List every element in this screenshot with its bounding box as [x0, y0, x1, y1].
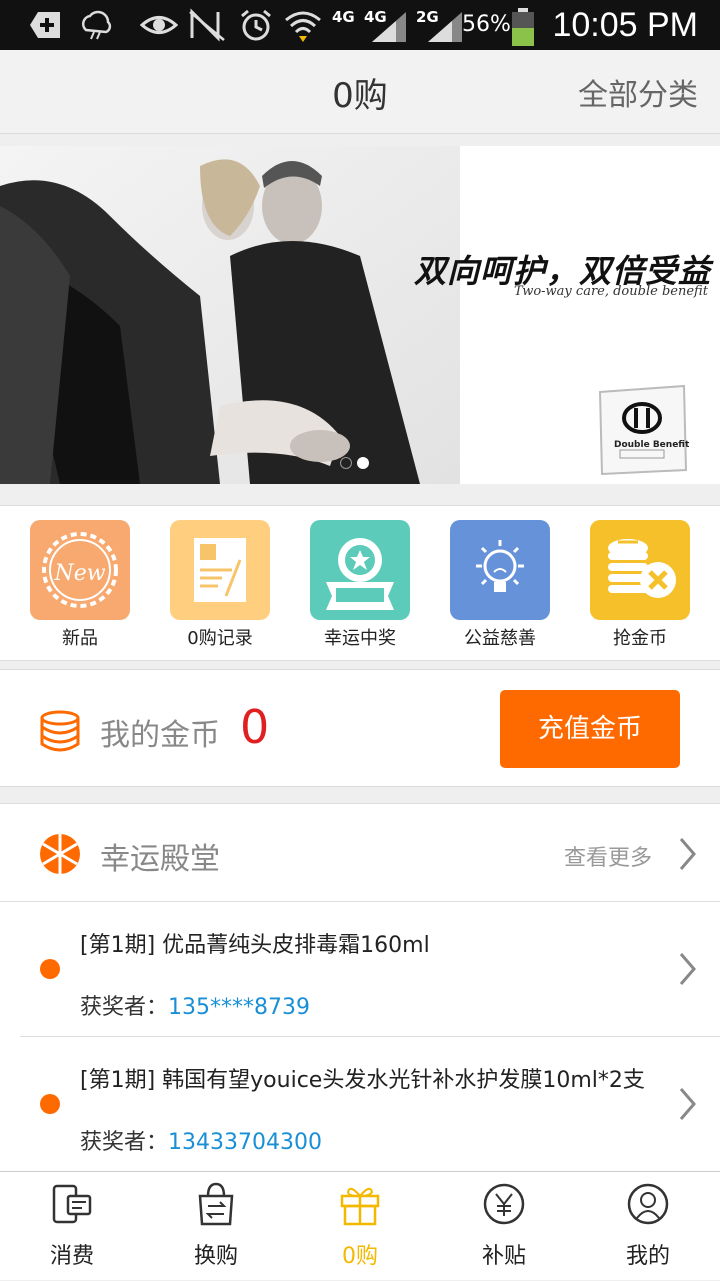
- gift-icon: [340, 1187, 380, 1226]
- category-label: 0购记录: [187, 628, 253, 649]
- user-icon: [627, 1183, 669, 1225]
- nav-label: 消费: [49, 1244, 94, 1269]
- carousel-dots: [340, 454, 374, 473]
- bullet-dot: [40, 1094, 60, 1114]
- weather-icon: [81, 10, 112, 40]
- chevron-right-icon[interactable]: [678, 951, 698, 987]
- all-categories-button[interactable]: 全部分类: [578, 70, 698, 114]
- lucky-hall-title: 幸运殿堂: [100, 842, 220, 877]
- battery-icon: [512, 8, 534, 46]
- my-coins-panel: 我的金币 0 充值金币: [0, 669, 720, 787]
- view-more-link[interactable]: 查看更多: [564, 840, 652, 872]
- category-label: 公益慈善: [464, 628, 536, 649]
- nav-subsidy[interactable]: 补贴: [432, 1172, 576, 1281]
- category-label: 幸运中奖: [324, 628, 396, 649]
- category-lucky[interactable]: 幸运中奖: [300, 520, 420, 650]
- recharge-coins-button[interactable]: 充值金币: [500, 690, 680, 768]
- prize-name: [第1期] 优品菁纯头皮排毒霜160ml: [80, 933, 430, 958]
- nav-label: 0购: [342, 1244, 378, 1269]
- list-item[interactable]: [第1期] 优品菁纯头皮排毒霜160ml 获奖者：135****8739: [0, 903, 720, 1037]
- nav-label: 补贴: [481, 1244, 526, 1269]
- category-label: 抢金币: [613, 628, 667, 649]
- nav-label: 我的: [625, 1244, 670, 1269]
- award-icon: [310, 520, 410, 620]
- nav-mine[interactable]: 我的: [576, 1172, 720, 1281]
- product-brand: Double Benefit: [614, 440, 690, 450]
- phone-card-icon: [52, 1184, 92, 1224]
- divider: [20, 1036, 720, 1037]
- carousel-dot[interactable]: [340, 457, 352, 469]
- wifi-icon: [285, 11, 321, 42]
- alarm-icon: [241, 9, 271, 41]
- category-grid: New 新品 0购记录 幸运中奖 公益慈善 抢金币: [0, 505, 720, 661]
- bottom-nav: 消费 换购 0购 补贴 我的: [0, 1171, 720, 1280]
- bullet-dot: [40, 959, 60, 979]
- no-signal-icon: [189, 8, 225, 42]
- eye-icon: [140, 16, 178, 34]
- coins-icon: [590, 520, 690, 620]
- signal-icon: [428, 12, 462, 42]
- banner-subtitle: Two-way care, double benefit: [514, 284, 708, 299]
- list-item[interactable]: [第1期] 韩国有望youice头发水光针补水护发膜10ml*2支 获奖者：13…: [0, 1038, 720, 1172]
- network-type-1: 4G: [332, 8, 355, 26]
- lucky-hall: 幸运殿堂 查看更多 [第1期] 优品菁纯头皮排毒霜160ml 获奖者：135**…: [0, 803, 720, 1173]
- title-bar: 0购 全部分类: [0, 50, 720, 134]
- coin-stack-icon: [40, 710, 80, 752]
- clock: 10:05 PM: [552, 6, 698, 44]
- new-badge-icon: New: [30, 520, 130, 620]
- document-icon: [170, 520, 270, 620]
- nav-zero-buy[interactable]: 0购: [288, 1172, 432, 1281]
- battery-percent: 56%: [462, 12, 511, 37]
- winner-phone: 13433704300: [168, 1130, 322, 1155]
- network-type-2: 4G: [364, 8, 387, 26]
- category-charity[interactable]: 公益慈善: [440, 520, 560, 650]
- carousel-dot-active[interactable]: [357, 457, 369, 469]
- my-coins-label: 我的金币: [100, 718, 220, 753]
- category-label: 新品: [62, 628, 98, 649]
- shopping-bag-icon: [198, 1182, 234, 1226]
- nav-label: 换购: [193, 1244, 238, 1269]
- winner-phone: 135****8739: [168, 995, 310, 1020]
- nav-consume[interactable]: 消费: [0, 1172, 144, 1281]
- yen-icon: [483, 1183, 525, 1225]
- winner-label: 获奖者：: [80, 1130, 169, 1155]
- status-bar: 4G 4G 2G 56% 10:05 PM: [0, 0, 720, 50]
- prize-name: [第1期] 韩国有望youice头发水光针补水护发膜10ml*2支: [80, 1068, 645, 1093]
- chevron-right-icon[interactable]: [678, 1086, 698, 1122]
- lightbulb-icon: [450, 520, 550, 620]
- nav-exchange[interactable]: 换购: [144, 1172, 288, 1281]
- category-records[interactable]: 0购记录: [160, 520, 280, 650]
- winner-line: 获奖者：13433704300: [80, 1124, 322, 1156]
- winner-line: 获奖者：135****8739: [80, 989, 310, 1021]
- lucky-hall-header[interactable]: 幸运殿堂 查看更多: [0, 804, 720, 902]
- product-box-image: [598, 384, 688, 476]
- category-grab-coins[interactable]: 抢金币: [580, 520, 700, 650]
- chevron-right-icon[interactable]: [678, 836, 698, 872]
- add-icon: [30, 12, 60, 38]
- svg-text:New: New: [53, 561, 105, 586]
- winner-label: 获奖者：: [80, 995, 169, 1020]
- banner-carousel[interactable]: 双向呵护，双倍受益 Two-way care, double benefit D…: [0, 146, 720, 484]
- pinwheel-icon: [40, 834, 80, 874]
- my-coins-count: 0: [240, 700, 270, 754]
- banner-image: [0, 146, 460, 484]
- category-new[interactable]: New 新品: [20, 520, 140, 650]
